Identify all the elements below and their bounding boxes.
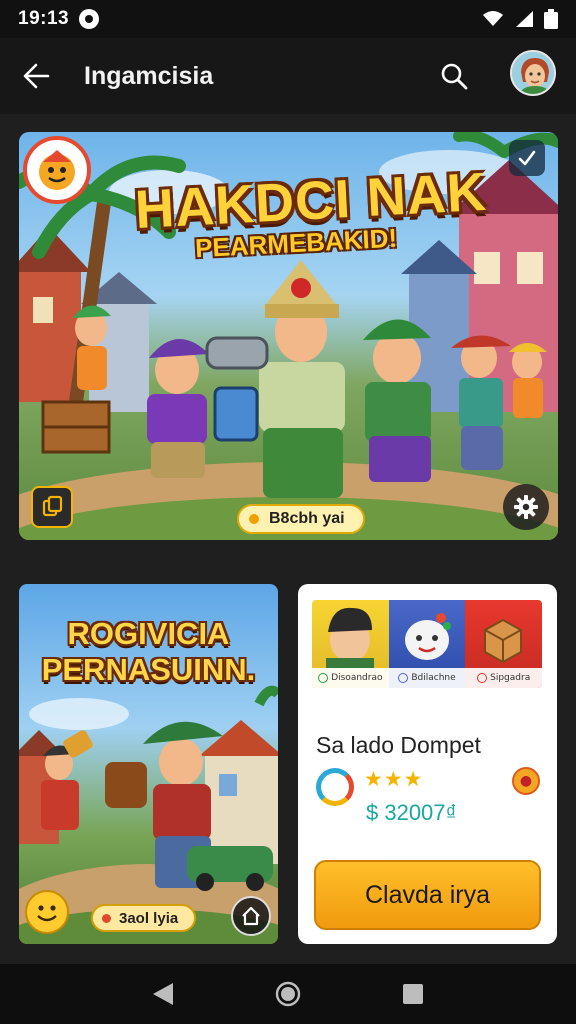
check-icon: [518, 150, 536, 166]
wallet-amount: $ 32007₫: [366, 800, 457, 825]
alert-icon: ●: [519, 773, 533, 789]
nav-home-button[interactable]: [268, 974, 308, 1014]
game-card-title-line1: ROGIVICIA: [67, 616, 230, 651]
nav-back-button[interactable]: [143, 974, 183, 1014]
rating-stars: ★★★: [364, 767, 424, 791]
signal-icon: [516, 11, 533, 27]
banner-tag-pill[interactable]: B8cbh yai: [237, 504, 365, 534]
nav-recents-button[interactable]: [393, 974, 433, 1014]
game-card-title: ROGIVICIA PERNASUINN.: [19, 616, 278, 688]
wallet-tile-3-text: Sipgadra: [490, 673, 531, 683]
square-recents-icon: [403, 984, 424, 1004]
wallet-tile-2[interactable]: Bdilachne: [388, 600, 466, 688]
search-icon: [441, 63, 468, 90]
character-thumbnail-icon: [326, 607, 374, 668]
home-icon: [242, 906, 260, 926]
wallet-tile-label: Disoandrao: [312, 668, 389, 688]
smiley-icon: [25, 890, 69, 934]
wallet-card[interactable]: Disoandrao Bdilachne Sipgadra Sa lado Do…: [298, 584, 557, 944]
circle-home-icon: [275, 981, 301, 1007]
battery-icon: [544, 9, 558, 29]
cards-icon: [42, 495, 63, 517]
game-card-pill[interactable]: 3aol lyia: [91, 904, 197, 932]
page-title: Ingamcisia: [84, 61, 214, 90]
wallet-tiles: Disoandrao Bdilachne Sipgadra: [312, 600, 542, 688]
game-card-title-line2: PERNASUINN.: [41, 652, 256, 687]
arrow-left-icon: [23, 63, 50, 89]
bookmark-check-button[interactable]: [509, 140, 545, 176]
tile-mark-icon: [398, 673, 409, 683]
wallet-logo-icon: [316, 768, 354, 806]
status-bar: 19:13: [0, 0, 576, 38]
featured-game-banner[interactable]: HAKDCI NAK PEARMEBAKID! B8cbh yai: [19, 132, 558, 540]
ghost-icon: [404, 613, 451, 660]
status-time: 19:13: [18, 8, 70, 29]
smiley-face-icon: [37, 905, 57, 922]
smiley-icon: [39, 150, 75, 190]
triangle-back-icon: [152, 983, 173, 1005]
wifi-icon: [483, 11, 503, 26]
wallet-cta-button[interactable]: Clavda irya: [314, 860, 541, 930]
game-card[interactable]: ROGIVICIA PERNASUINN. 3aol lyia: [19, 584, 278, 944]
settings-button[interactable]: [503, 484, 549, 530]
avatar[interactable]: [510, 50, 556, 96]
system-nav-bar: [0, 964, 576, 1024]
wallet-tile-2-text: Bdilachne: [411, 673, 456, 683]
gear-icon: [514, 495, 538, 519]
wallet-tile-1-text: Disoandrao: [331, 673, 383, 683]
avatar-image: [512, 52, 554, 94]
wallet-tile-1[interactable]: Disoandrao: [312, 600, 389, 688]
wallet-tile-3[interactable]: Sipgadra: [465, 600, 542, 688]
tile-mark-icon: [477, 673, 488, 683]
info-button[interactable]: ●: [512, 767, 540, 795]
app-screen: 19:13 Ingamcisia HAKDCI NAK PEARMEBAKID!…: [0, 0, 576, 1024]
crate-icon: [484, 618, 523, 664]
home-button[interactable]: [231, 896, 271, 936]
app-bar: Ingamcisia: [0, 38, 576, 114]
notification-icon: [79, 9, 100, 29]
wallet-tile-label: Bdilachne: [388, 668, 466, 688]
wallet-tile-label: Sipgadra: [465, 668, 542, 688]
back-button[interactable]: [16, 56, 56, 96]
tile-mark-icon: [318, 673, 329, 683]
status-icons: [482, 9, 558, 29]
game-logo-badge: [23, 136, 91, 204]
search-button[interactable]: [434, 56, 474, 96]
cards-button[interactable]: [31, 486, 73, 528]
wallet-title: Sa lado Dompet: [316, 732, 481, 758]
